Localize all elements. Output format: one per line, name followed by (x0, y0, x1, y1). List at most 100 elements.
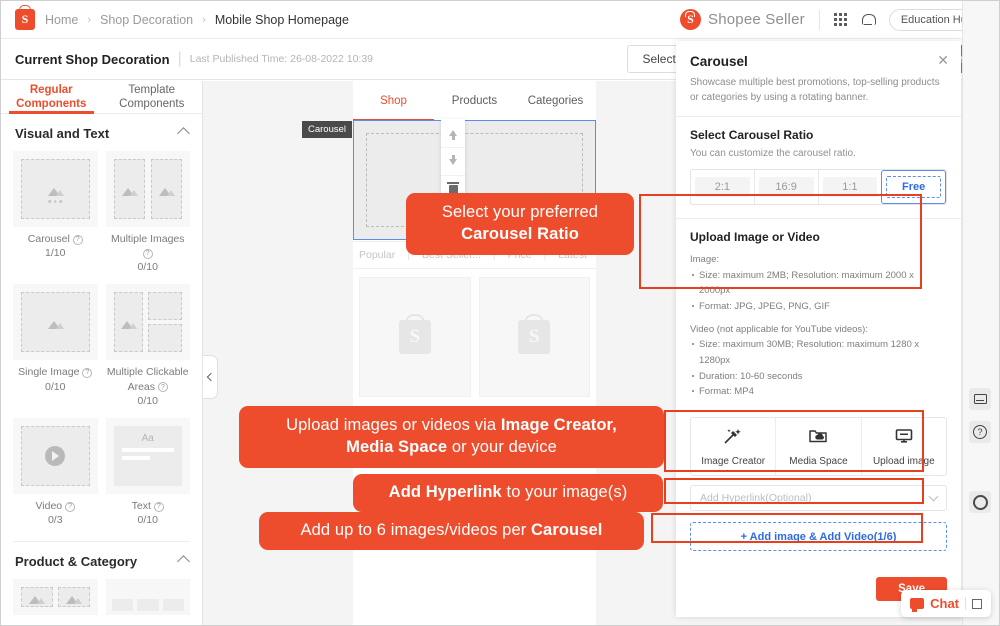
sidebar-tabs: Regular Components Template Components (1, 81, 202, 114)
panel-header: Carousel Showcase multiple best promotio… (676, 41, 961, 116)
hyperlink-input[interactable]: Add Hyperlink(Optional) (690, 485, 947, 511)
component-label: Single Image ? 0/10 (13, 365, 98, 393)
panel-description: Showcase multiple best promotions, top-s… (690, 75, 947, 105)
upload-requirements: Image: Size: maximum 2MB; Resolution: ma… (690, 252, 947, 400)
component-video[interactable]: Video ? 0/3 (13, 418, 98, 527)
component-thumb (13, 284, 98, 360)
component-tag-label: Carousel (302, 121, 352, 138)
image-placeholder (151, 159, 182, 219)
breadcrumb-separator-icon: › (202, 14, 206, 26)
ring-icon (973, 495, 988, 510)
component-text[interactable]: Aa Text ? 0/10 (106, 418, 191, 527)
ratio-label: 2:1 (695, 177, 750, 197)
image-placeholder (21, 292, 90, 352)
ratio-option-free[interactable]: Free (881, 170, 946, 204)
callout-post: or your device (447, 438, 557, 456)
ratio-option-16-9[interactable]: 16:9 (754, 170, 818, 204)
video-rule: Size: maximum 30MB; Resolution: maximum … (690, 337, 947, 368)
tab-template-line1: Template (119, 83, 184, 97)
video-rule: Duration: 10-60 seconds (690, 369, 947, 385)
ratio-subtext: You can customize the carousel ratio. (690, 148, 947, 159)
help-icon[interactable]: ? (73, 235, 83, 245)
breadcrumb-item-shop-decoration[interactable]: Shop Decoration (100, 13, 193, 27)
component-count: 0/3 (48, 514, 63, 526)
move-down-button[interactable] (441, 147, 465, 175)
notification-bell-icon[interactable] (861, 13, 875, 27)
help-icon[interactable]: ? (158, 382, 168, 392)
callout-bold1: Image Creator, (501, 416, 617, 434)
image-placeholder (21, 587, 53, 607)
add-image-video-button[interactable]: + Add image & Add Video(1/6) (690, 522, 947, 551)
chevron-up-icon[interactable] (177, 555, 190, 568)
help-icon[interactable]: ? (82, 368, 92, 378)
image-rule: Size: maximum 2MB; Resolution: maximum 2… (690, 268, 947, 299)
hyperlink-placeholder: Add Hyperlink(Optional) (700, 492, 811, 504)
chevron-up-icon[interactable] (177, 127, 190, 140)
tab-regular-line2: Components (16, 97, 86, 111)
callout-hyperlink: Add Hyperlink to your image(s) (353, 474, 663, 512)
product-card: S (359, 277, 471, 397)
image-creator-button[interactable]: Image Creator (691, 418, 775, 475)
help-icon[interactable]: ? (143, 249, 153, 259)
monitor-upload-icon (894, 427, 914, 445)
breadcrumb-item-home[interactable]: Home (45, 13, 78, 27)
preview-tab-categories[interactable]: Categories (515, 81, 596, 121)
component-grid-products (1, 577, 202, 625)
apps-grid-icon[interactable] (834, 13, 847, 26)
last-published-time: Last Published Time: 26-08-2022 10:39 (190, 53, 373, 65)
component-multiple-images[interactable]: Multiple Images ? 0/10 (106, 151, 191, 275)
chat-widget[interactable]: Chat (901, 590, 991, 617)
help-button[interactable]: ? (969, 421, 991, 443)
help-icon[interactable]: ? (65, 502, 75, 512)
image-rule: Format: JPG, JPEG, PNG, GIF (690, 299, 947, 315)
carousel-dots-icon (49, 200, 63, 203)
section-header-visual-and-text[interactable]: Visual and Text (1, 114, 202, 149)
feedback-button[interactable] (969, 491, 991, 513)
mountain-icon (158, 182, 175, 196)
component-single-image[interactable]: Single Image ? 0/10 (13, 284, 98, 408)
component-carousel[interactable]: Carousel ? 1/10 (13, 151, 98, 275)
close-icon[interactable]: ✕ (937, 53, 949, 67)
right-rail: ? (962, 1, 999, 625)
product-card: S (479, 277, 591, 397)
preview-tab-shop[interactable]: Shop (353, 81, 434, 121)
text-sample: Aa (122, 433, 175, 444)
ratio-option-2-1[interactable]: 2:1 (691, 170, 754, 204)
callout-bold: Add Hyperlink (389, 483, 502, 501)
callout-pre: Upload images or videos via (286, 416, 501, 434)
ratio-label: Free (886, 176, 941, 198)
ratio-option-1-1[interactable]: 1:1 (818, 170, 882, 204)
sidebar-collapse-handle[interactable] (203, 355, 218, 399)
title-divider: | (178, 50, 182, 68)
chevron-down-icon[interactable] (929, 491, 939, 501)
preview-tab-products[interactable]: Products (434, 81, 515, 121)
section-header-product-and-category[interactable]: Product & Category (1, 542, 202, 577)
expand-icon[interactable] (972, 599, 982, 609)
image-placeholder (114, 292, 144, 352)
component-label: Multiple Images ? 0/10 (106, 232, 191, 275)
top-bar-right: S Shopee Seller Education Hub (680, 9, 985, 31)
messages-button[interactable] (969, 388, 991, 410)
tab-regular-components[interactable]: Regular Components (1, 81, 102, 113)
component-name: Carousel (28, 233, 70, 245)
component-product-a[interactable] (13, 579, 98, 615)
callout-upload-sources: Upload images or videos via Image Creato… (239, 406, 664, 468)
media-space-button[interactable]: Media Space (775, 418, 860, 475)
shopee-bag-icon: S (15, 9, 35, 30)
callout-bold2: Media Space (346, 438, 447, 456)
video-placeholder (21, 426, 90, 486)
envelope-icon (974, 394, 987, 404)
tab-template-components[interactable]: Template Components (102, 81, 203, 113)
preview-tabs: Shop Products Categories (353, 81, 596, 121)
video-requirements: Video (not applicable for YouTube videos… (690, 322, 947, 400)
component-label: Video ? 0/3 (13, 499, 98, 527)
breadcrumb-item-current: Mobile Shop Homepage (215, 13, 349, 27)
sort-option-popular[interactable]: Popular (353, 249, 401, 261)
help-icon[interactable]: ? (154, 502, 164, 512)
video-group-title: Video (not applicable for YouTube videos… (690, 322, 947, 338)
callout-carousel-ratio: Select your preferred Carousel Ratio (406, 193, 634, 255)
upload-image-button[interactable]: Upload image (861, 418, 946, 475)
move-up-button[interactable] (441, 119, 465, 147)
component-product-b[interactable] (106, 579, 191, 615)
component-multiple-clickable-areas[interactable]: Multiple Clickable Areas ? 0/10 (106, 284, 191, 408)
